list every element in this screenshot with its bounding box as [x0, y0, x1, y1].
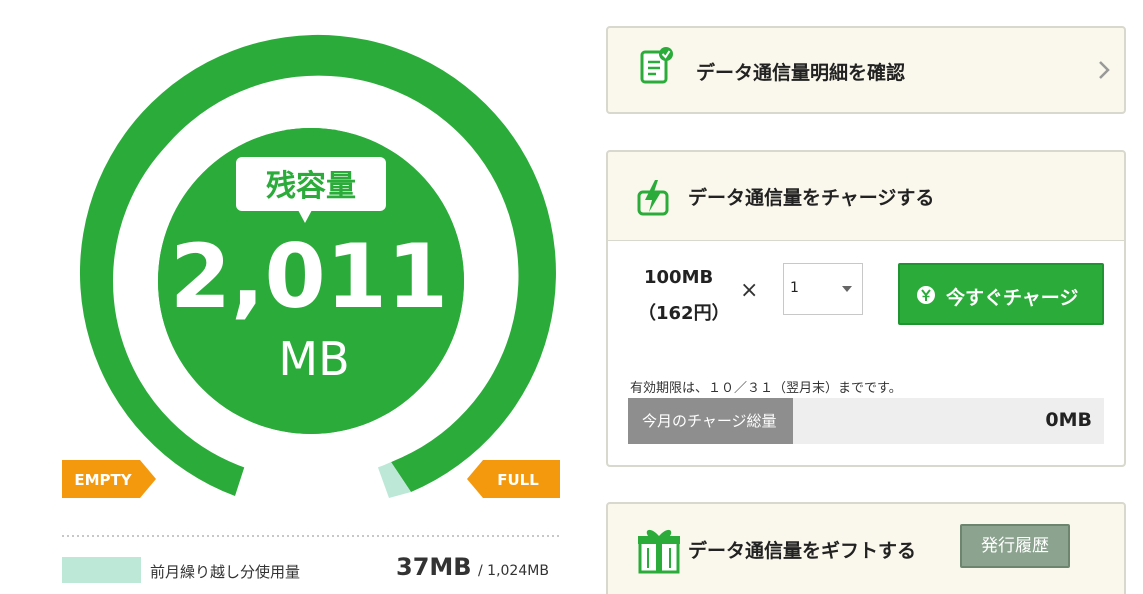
issue-history-button[interactable]: 発行履歴 — [960, 524, 1070, 568]
usage-detail-title: データ通信量明細を確認 — [696, 62, 906, 84]
document-check-icon — [640, 47, 673, 84]
gift-panel: データ通信量をギフトする 発行履歴 — [606, 502, 1126, 594]
charge-now-button[interactable]: 今すぐチャージ — [898, 263, 1104, 325]
carry-over-usage-row: 前月繰り越し分使用量 37MB / 1,024MB — [62, 552, 562, 586]
multiply-sign: × — [740, 278, 759, 303]
charge-panel-header: データ通信量をチャージする — [608, 152, 1124, 240]
usage-detail-link[interactable]: データ通信量明細を確認 — [606, 26, 1126, 114]
carry-over-limit-value: / 1,024MB — [478, 563, 549, 579]
data-gauge: 残容量 2,011 MB EMPTY FULL — [0, 0, 600, 594]
charge-now-label: 今すぐチャージ — [946, 287, 1079, 309]
carry-over-legend-swatch — [62, 557, 141, 583]
remaining-unit: MB — [278, 332, 349, 386]
caret-down-icon — [842, 286, 852, 292]
full-label: FULL — [497, 471, 539, 489]
charge-panel-body: 100MB （162円） × 1 今すぐチャージ 有効期限は、１０／３１（翌月末… — [608, 240, 1124, 465]
gauge-graphic: 残容量 2,011 MB EMPTY FULL — [62, 34, 560, 537]
charge-panel: データ通信量をチャージする 100MB （162円） × 1 今すぐチャージ 有… — [606, 150, 1126, 467]
charge-unit-amount: 100MB — [644, 267, 714, 288]
carry-over-legend-label: 前月繰り越し分使用量 — [150, 563, 301, 581]
remaining-badge-label: 残容量 — [266, 169, 356, 204]
remaining-value: 2,011 — [170, 225, 448, 328]
carry-over-used-value: 37MB — [396, 553, 472, 581]
expiry-note: 有効期限は、１０／３１（翌月末）までです。 — [630, 381, 902, 396]
gift-panel-title: データ通信量をギフトする — [688, 540, 917, 562]
monthly-charge-total-label: 今月のチャージ総量 — [628, 398, 793, 444]
empty-label: EMPTY — [74, 471, 132, 489]
charge-panel-title: データ通信量をチャージする — [688, 187, 935, 209]
chevron-right-icon — [1099, 61, 1110, 79]
battery-bolt-icon — [637, 180, 669, 216]
quantity-select[interactable]: 1 — [783, 263, 863, 315]
quantity-value: 1 — [790, 280, 799, 296]
monthly-charge-total: 今月のチャージ総量 0MB — [628, 398, 1104, 444]
gift-box-icon — [638, 529, 680, 574]
monthly-charge-total-value: 0MB — [1045, 409, 1092, 431]
yen-coin-icon — [917, 286, 935, 304]
charge-unit-price: （162円） — [638, 303, 730, 324]
